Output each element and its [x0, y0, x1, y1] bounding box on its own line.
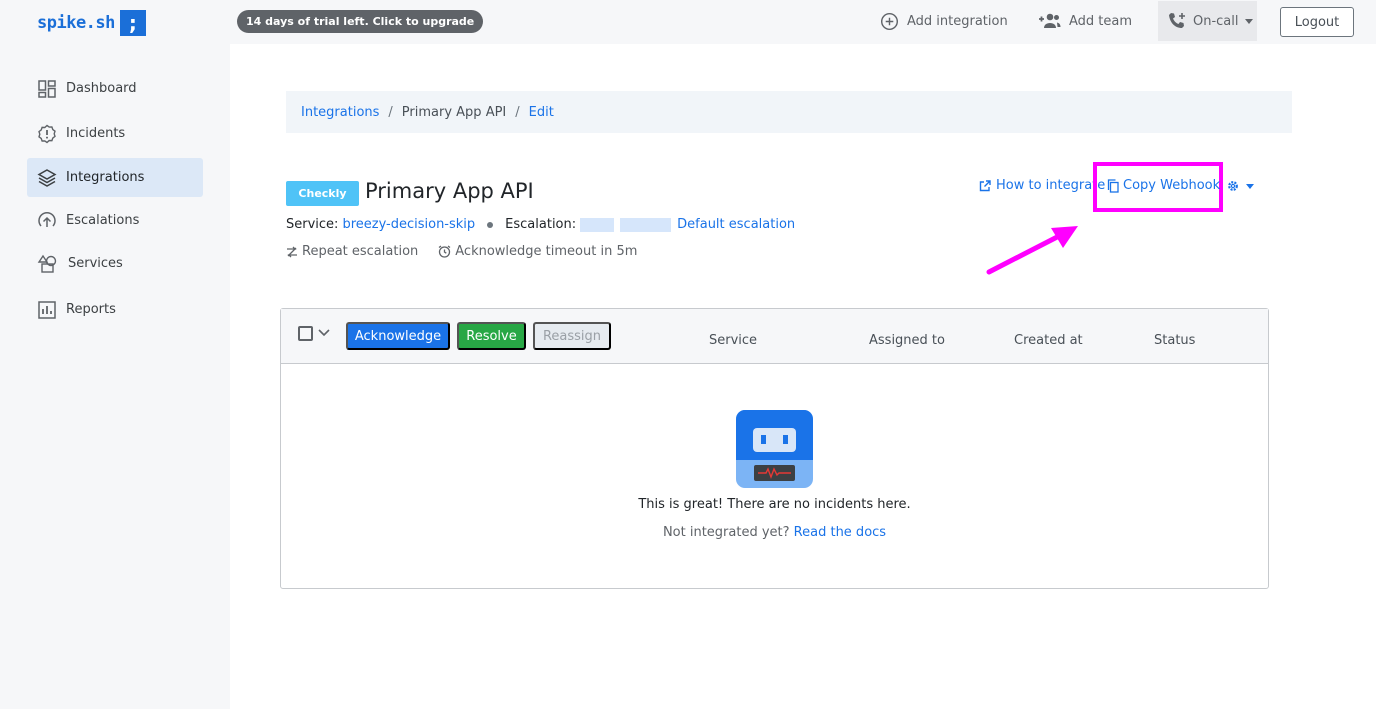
redacted-block: [580, 217, 615, 232]
acknowledge-button[interactable]: Acknowledge: [346, 322, 450, 350]
breadcrumb-edit-link[interactable]: Edit: [529, 105, 554, 120]
integration-settings: Repeat escalation Acknowledge timeout in…: [286, 244, 637, 259]
breadcrumb: Integrations / Primary App API / Edit: [286, 91, 1292, 133]
external-link-icon: [979, 179, 991, 191]
annotation-arrow: [986, 226, 1078, 275]
sidebar-item-label: Dashboard: [66, 81, 137, 96]
caret-down-icon: [1246, 183, 1254, 189]
sidebar-item-label: Escalations: [66, 213, 140, 228]
redacted-block: [620, 217, 672, 232]
column-header-assigned: Assigned to: [869, 333, 945, 348]
logout-button[interactable]: Logout: [1280, 7, 1354, 37]
layers-icon: [37, 168, 57, 187]
sidebar: Dashboard Incidents Integrations Escalat…: [0, 44, 230, 709]
phone-add-icon: [1169, 13, 1185, 28]
sidebar-item-services[interactable]: Services: [27, 244, 203, 283]
oncall-dropdown[interactable]: On-call: [1158, 1, 1257, 41]
oncall-label: On-call: [1193, 13, 1239, 29]
logo-mark: ;: [119, 10, 146, 36]
escalation-link[interactable]: Default escalation: [677, 217, 795, 232]
sidebar-item-incidents[interactable]: Incidents: [27, 114, 203, 153]
settings-dropdown[interactable]: [1227, 180, 1254, 192]
copy-webhook-label: Copy Webhook: [1123, 178, 1221, 193]
service-label: Service:: [286, 217, 339, 232]
reports-icon: [38, 300, 56, 319]
breadcrumb-separator: /: [515, 104, 520, 120]
sidebar-item-label: Reports: [66, 302, 116, 317]
gear-icon: [1228, 181, 1238, 191]
column-header-service: Service: [709, 333, 758, 348]
caret-down-icon: [1244, 18, 1253, 24]
empty-state-title: This is great! There are no incidents he…: [638, 497, 911, 512]
escalation-icon: [38, 211, 56, 227]
dashboard-icon: [38, 79, 56, 98]
robot-mascot-icon: [736, 410, 813, 488]
repeat-escalation-text: Repeat escalation: [302, 244, 419, 259]
service-link[interactable]: breezy-decision-skip: [342, 217, 475, 232]
breadcrumb-integrations-link[interactable]: Integrations: [301, 105, 379, 120]
resolve-button[interactable]: Resolve: [457, 322, 526, 350]
logo-text: spike.sh: [37, 13, 115, 33]
chevron-down-icon[interactable]: [318, 329, 330, 337]
sidebar-item-label: Services: [68, 256, 123, 271]
services-icon: [37, 254, 57, 273]
sidebar-item-label: Incidents: [66, 126, 126, 141]
how-to-integrate-label: How to integrate: [996, 178, 1106, 193]
repeat-icon: [287, 246, 297, 257]
sidebar-item-reports[interactable]: Reports: [27, 290, 203, 329]
ack-timeout-text: Acknowledge timeout in 5m: [455, 244, 638, 259]
top-bar: spike.sh ; 14 days of trial left. Click …: [0, 0, 1376, 44]
copy-webhook-button[interactable]: Copy Webhook: [1107, 178, 1220, 193]
column-header-created: Created at: [1014, 333, 1083, 348]
copy-icon: [1107, 178, 1119, 193]
logo[interactable]: spike.sh ;: [37, 10, 146, 36]
breadcrumb-current: Primary App API: [401, 104, 507, 120]
sidebar-item-escalations[interactable]: Escalations: [27, 201, 203, 240]
page-title: Primary App API: [365, 179, 534, 203]
sidebar-item-integrations[interactable]: Integrations: [27, 158, 203, 197]
reassign-button[interactable]: Reassign: [533, 322, 611, 350]
how-to-integrate-link[interactable]: How to integrate: [979, 178, 1105, 193]
incidents-icon: [38, 124, 56, 143]
plus-circle-icon: [880, 12, 899, 30]
trial-upgrade-badge[interactable]: 14 days of trial left. Click to upgrade: [237, 10, 484, 33]
select-all-checkbox[interactable]: [298, 326, 313, 341]
sidebar-item-label: Integrations: [66, 170, 145, 185]
add-integration-button[interactable]: Add integration: [880, 10, 1008, 32]
add-team-label: Add team: [1069, 13, 1133, 29]
empty-state-subtitle: Not integrated yet? Read the docs: [281, 525, 1268, 540]
separator-dot: [487, 221, 494, 228]
incidents-table-header: Acknowledge Resolve Reassign Service Ass…: [281, 309, 1268, 364]
add-team-icon: [1039, 13, 1061, 28]
sidebar-item-dashboard[interactable]: Dashboard: [27, 69, 203, 108]
integration-type-badge: Checkly: [286, 181, 359, 206]
add-integration-label: Add integration: [907, 13, 1008, 29]
add-team-button[interactable]: Add team: [1037, 10, 1132, 32]
column-header-status: Status: [1154, 333, 1196, 348]
breadcrumb-separator: /: [388, 104, 393, 120]
incidents-panel: Acknowledge Resolve Reassign Service Ass…: [280, 308, 1269, 589]
empty-state-text: Not integrated yet?: [662, 525, 790, 540]
alarm-clock-icon: [438, 245, 451, 258]
integration-meta: Service: breezy-decision-skip Escalation…: [286, 217, 795, 232]
escalation-label: Escalation:: [505, 217, 577, 232]
read-docs-link[interactable]: Read the docs: [794, 525, 886, 540]
